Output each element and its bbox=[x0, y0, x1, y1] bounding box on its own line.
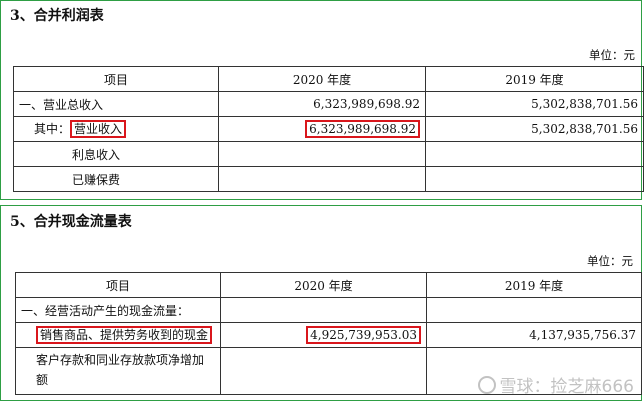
row-label: 利息收入 bbox=[13, 141, 219, 167]
highlighted-label: 销售商品、提供劳务收到的现金 bbox=[36, 326, 213, 344]
income-statement-table: 项目 2020 年度 2019 年度 一、营业总收入 6,323,989,698… bbox=[13, 66, 644, 192]
header-item: 项目 bbox=[15, 272, 221, 298]
row-label: 客户存款和同业存放款项净增加额 bbox=[15, 347, 221, 395]
table-row: 利息收入 bbox=[13, 141, 644, 167]
value-2020-cell: 6,323,989,698.92 bbox=[218, 116, 426, 142]
row-label: 已赚保费 bbox=[13, 166, 219, 192]
row-label-cell: 其中： 营业收入 bbox=[13, 116, 219, 142]
header-2020: 2020 年度 bbox=[220, 272, 427, 298]
value-2019 bbox=[425, 166, 644, 192]
highlighted-value-2020: 6,323,989,698.92 bbox=[305, 120, 420, 138]
table-row: 销售商品、提供劳务收到的现金 4,925,739,953.03 4,137,93… bbox=[15, 322, 642, 348]
income-statement-unit: 单位：元 bbox=[589, 48, 635, 62]
table-header-row: 项目 2020 年度 2019 年度 bbox=[15, 272, 642, 298]
value-2020 bbox=[218, 141, 426, 167]
table-header-row: 项目 2020 年度 2019 年度 bbox=[13, 66, 644, 92]
row-label-cell: 销售商品、提供劳务收到的现金 bbox=[15, 322, 221, 348]
value-2019: 5,302,838,701.56 bbox=[425, 91, 644, 117]
income-statement-title: 3、合并利润表 bbox=[10, 8, 104, 24]
table-row: 已赚保费 bbox=[13, 166, 644, 192]
value-2019 bbox=[426, 297, 642, 323]
value-2020 bbox=[220, 297, 427, 323]
watermark-text: 雪球：捡芝麻666 bbox=[499, 377, 634, 397]
header-2019: 2019 年度 bbox=[426, 272, 642, 298]
value-2019: 5,302,838,701.56 bbox=[425, 116, 644, 142]
cash-flow-title: 5、合并现金流量表 bbox=[10, 214, 132, 230]
table-row: 其中： 营业收入 6,323,989,698.92 5,302,838,701.5… bbox=[13, 116, 644, 142]
table-row: 一、经营活动产生的现金流量： bbox=[15, 297, 642, 323]
value-2019: 4,137,935,756.37 bbox=[426, 322, 642, 348]
value-2020: 6,323,989,698.92 bbox=[218, 91, 426, 117]
table-row: 一、营业总收入 6,323,989,698.92 5,302,838,701.5… bbox=[13, 91, 644, 117]
row-prefix: 其中： bbox=[34, 122, 71, 136]
row-label: 一、经营活动产生的现金流量： bbox=[15, 297, 221, 323]
watermark: 雪球：捡芝麻666 bbox=[477, 372, 634, 397]
value-2019 bbox=[425, 141, 644, 167]
value-2020 bbox=[220, 347, 427, 395]
highlighted-label: 营业收入 bbox=[70, 120, 127, 138]
highlighted-value-2020: 4,925,739,953.03 bbox=[306, 326, 421, 344]
header-2020: 2020 年度 bbox=[218, 66, 426, 92]
cash-flow-unit: 单位：元 bbox=[587, 254, 633, 268]
value-2020 bbox=[218, 166, 426, 192]
header-2019: 2019 年度 bbox=[425, 66, 644, 92]
header-item: 项目 bbox=[13, 66, 219, 92]
row-label: 一、营业总收入 bbox=[13, 91, 219, 117]
snowball-logo-icon bbox=[477, 375, 496, 394]
value-2020-cell: 4,925,739,953.03 bbox=[220, 322, 427, 348]
